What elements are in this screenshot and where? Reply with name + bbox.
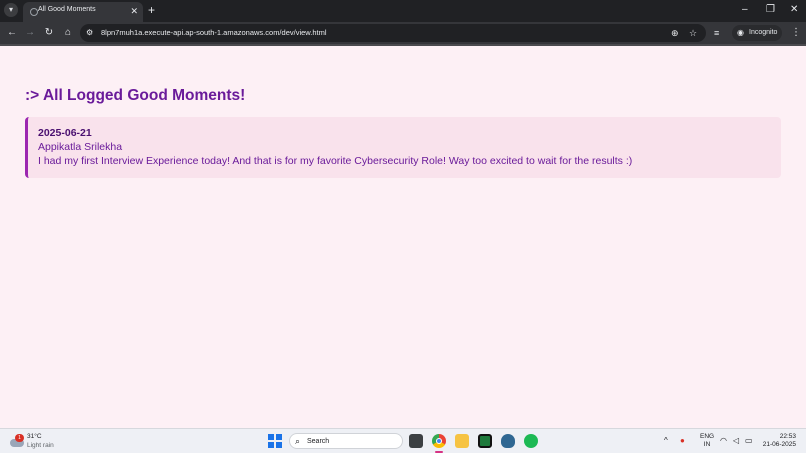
weather-description[interactable]: Light rain <box>27 442 54 449</box>
tab-title: All Good Moments <box>38 6 96 13</box>
back-arrow-icon[interactable]: ← <box>5 26 19 40</box>
new-tab-plus-icon[interactable]: + <box>148 3 155 17</box>
lang-code: ENG <box>700 433 715 440</box>
moment-entry-card: 2025-06-21 Appikatla Srilekha I had my f… <box>25 117 781 178</box>
pycharm-icon[interactable] <box>478 434 492 448</box>
tab-close-icon[interactable]: ✕ <box>130 5 138 17</box>
home-icon[interactable]: ⌂ <box>61 26 75 40</box>
site-info-icon[interactable]: ⚙ <box>86 26 93 40</box>
wifi-icon[interactable]: ◠ <box>720 435 727 447</box>
security-alert-icon[interactable]: ● <box>680 435 685 447</box>
search-label: Search <box>307 438 330 445</box>
weather-temperature[interactable]: 31°C <box>27 433 42 440</box>
page-title: :> All Logged Good Moments! <box>25 87 246 104</box>
forward-arrow-icon[interactable]: → <box>23 26 37 40</box>
file-explorer-icon[interactable] <box>455 434 469 448</box>
incognito-label: Incognito <box>749 29 778 36</box>
tray-chevron-up-icon[interactable]: ^ <box>664 435 668 447</box>
tab-strip: ▾ All Good Moments ✕ + – ❐ ✕ <box>0 0 806 22</box>
globe-icon <box>30 8 38 16</box>
url-text[interactable]: 8lpn7muh1a.execute-api.ap-south-1.amazon… <box>101 27 327 39</box>
tab-search-chevron-down-icon[interactable]: ▾ <box>4 3 18 17</box>
close-window-icon[interactable]: ✕ <box>790 3 798 17</box>
weather-icon[interactable]: 1 <box>10 434 24 448</box>
tab-all-good-moments[interactable]: All Good Moments ✕ <box>23 2 143 22</box>
zoom-icon[interactable]: ⊕ <box>671 26 679 40</box>
minimize-icon[interactable]: – <box>742 3 748 17</box>
reload-icon[interactable]: ↻ <box>42 26 56 40</box>
postgres-icon[interactable] <box>501 434 515 448</box>
weather-badge: 1 <box>15 434 24 442</box>
page-content: :> All Logged Good Moments! 2025-06-21 A… <box>0 46 806 428</box>
volume-icon[interactable]: ◁ <box>733 435 739 447</box>
language-indicator[interactable]: ENG IN <box>700 433 714 449</box>
battery-icon[interactable]: ▭ <box>745 435 753 447</box>
taskbar-search-input[interactable]: ⌕ Search <box>289 433 403 449</box>
system-clock[interactable]: 22:53 21-06-2025 <box>762 433 796 449</box>
entry-author: Appikatla Srilekha <box>38 141 123 153</box>
search-icon: ⌕ <box>295 436 301 446</box>
incognito-indicator[interactable]: ◉ Incognito <box>732 25 782 41</box>
menu-dots-icon[interactable]: ⋮ <box>791 26 801 40</box>
address-bar[interactable]: ⚙ 8lpn7muh1a.execute-api.ap-south-1.amaz… <box>80 24 706 42</box>
incognito-icon: ◉ <box>737 28 744 37</box>
clock-time: 22:53 <box>779 433 796 440</box>
clock-date: 21-06-2025 <box>762 441 796 448</box>
bookmark-star-icon[interactable]: ☆ <box>689 26 697 40</box>
restore-icon[interactable]: ❐ <box>766 3 775 17</box>
spotify-icon[interactable] <box>524 434 538 448</box>
taskbar: 1 31°C Light rain ⌕ Search ^ ● ENG IN ◠ … <box>0 428 806 453</box>
windows-start-icon[interactable] <box>268 434 282 448</box>
chrome-icon[interactable] <box>432 434 446 448</box>
task-view-icon[interactable] <box>409 434 423 448</box>
entry-date: 2025-06-21 <box>38 127 92 139</box>
media-control-icon[interactable]: ≡ <box>714 26 719 40</box>
entry-text: I had my first Interview Experience toda… <box>38 155 633 167</box>
region-code: IN <box>703 441 711 448</box>
browser-toolbar: ← → ↻ ⌂ ⚙ 8lpn7muh1a.execute-api.ap-sout… <box>0 22 806 44</box>
